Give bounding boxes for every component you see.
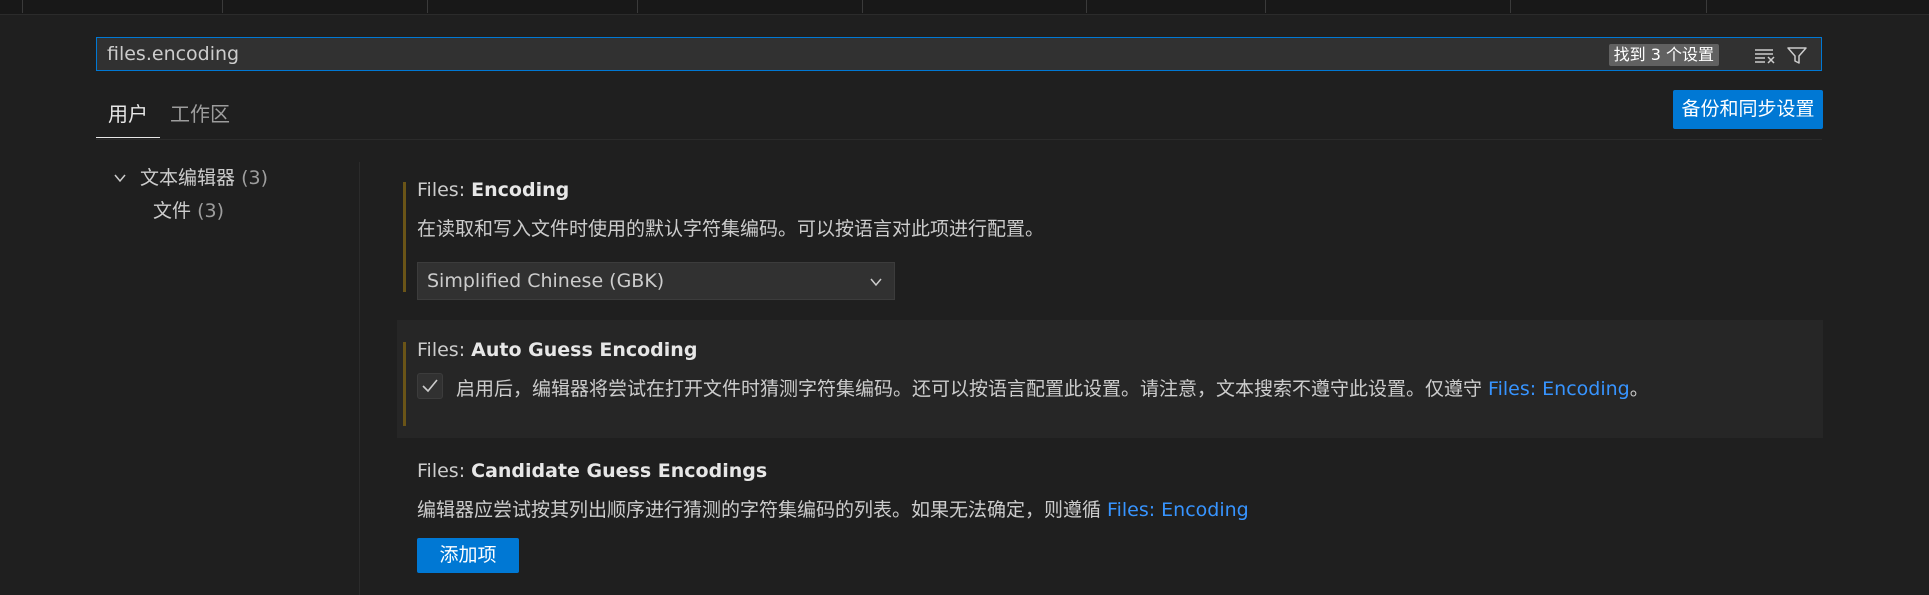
- clear-filter-icon[interactable]: [1753, 43, 1777, 67]
- tab-workspace[interactable]: 工作区: [158, 96, 242, 137]
- settings-search-input[interactable]: [97, 38, 1637, 70]
- toc-item-count: (3): [241, 167, 268, 189]
- tab-separator: [637, 0, 638, 13]
- tab-separator: [427, 0, 428, 13]
- setting-description: 在读取和写入文件时使用的默认字符集编码。可以按语言对此项进行配置。: [417, 218, 1045, 240]
- tab-separator: [862, 0, 863, 13]
- modified-indicator: [403, 342, 406, 426]
- settings-scope-tabs: 用户 工作区: [96, 96, 1822, 140]
- tab-user[interactable]: 用户: [96, 96, 160, 138]
- auto-guess-encoding-checkbox[interactable]: [417, 373, 443, 399]
- toc-item-count: (3): [197, 200, 224, 222]
- setting-files-auto-guess-encoding: Files: Auto Guess Encoding 启用后，编辑器将尝试在打开…: [397, 320, 1823, 438]
- toc-item-label: 文本编辑器: [140, 167, 236, 189]
- setting-files-candidate-guess-encodings: Files: Candidate Guess Encodings 编辑器应尝试按…: [397, 447, 1823, 595]
- files-encoding-link[interactable]: Files: Encoding: [1107, 499, 1249, 521]
- filter-icon[interactable]: [1785, 43, 1809, 67]
- setting-title: Files: Auto Guess Encoding: [417, 339, 698, 361]
- search-result-count-badge: 找到 3 个设置: [1608, 44, 1719, 66]
- toc-divider: [359, 162, 360, 595]
- chevron-down-icon: [114, 174, 126, 183]
- settings-toc: 文本编辑器 (3) 文件 (3): [113, 162, 353, 228]
- tab-separator: [222, 0, 223, 13]
- setting-title: Files: Candidate Guess Encodings: [417, 460, 768, 482]
- settings-search-box[interactable]: 找到 3 个设置: [96, 37, 1822, 71]
- toc-item-files[interactable]: 文件 (3): [113, 195, 353, 228]
- encoding-dropdown[interactable]: Simplified Chinese (GBK): [417, 262, 895, 300]
- tab-separator: [1510, 0, 1511, 13]
- tab-separator: [1265, 0, 1266, 13]
- toc-item-label: 文件: [153, 200, 192, 222]
- setting-files-encoding: Files: Encoding 在读取和写入文件时使用的默认字符集编码。可以按语…: [397, 165, 1823, 315]
- modified-indicator: [403, 182, 406, 292]
- setting-description: 编辑器应尝试按其列出顺序进行猜测的字符集编码的列表。如果无法确定，则遵循 Fil…: [417, 499, 1249, 521]
- check-icon: [422, 379, 438, 393]
- chevron-down-icon: [870, 278, 882, 287]
- files-encoding-link[interactable]: Files: Encoding: [1488, 378, 1630, 400]
- editor-tab-strip: [0, 0, 1929, 15]
- add-item-button[interactable]: 添加项: [417, 538, 519, 573]
- setting-description: 启用后，编辑器将尝试在打开文件时猜测字符集编码。还可以按语言配置此设置。请注意，…: [456, 378, 1649, 400]
- setting-title: Files: Encoding: [417, 179, 570, 201]
- toc-item-text-editor[interactable]: 文本编辑器 (3): [113, 162, 353, 195]
- tab-separator: [1706, 0, 1707, 13]
- tab-separator: [22, 0, 23, 13]
- backup-and-sync-button[interactable]: 备份和同步设置: [1673, 90, 1823, 129]
- dropdown-value: Simplified Chinese (GBK): [427, 270, 665, 292]
- tab-separator: [1086, 0, 1087, 13]
